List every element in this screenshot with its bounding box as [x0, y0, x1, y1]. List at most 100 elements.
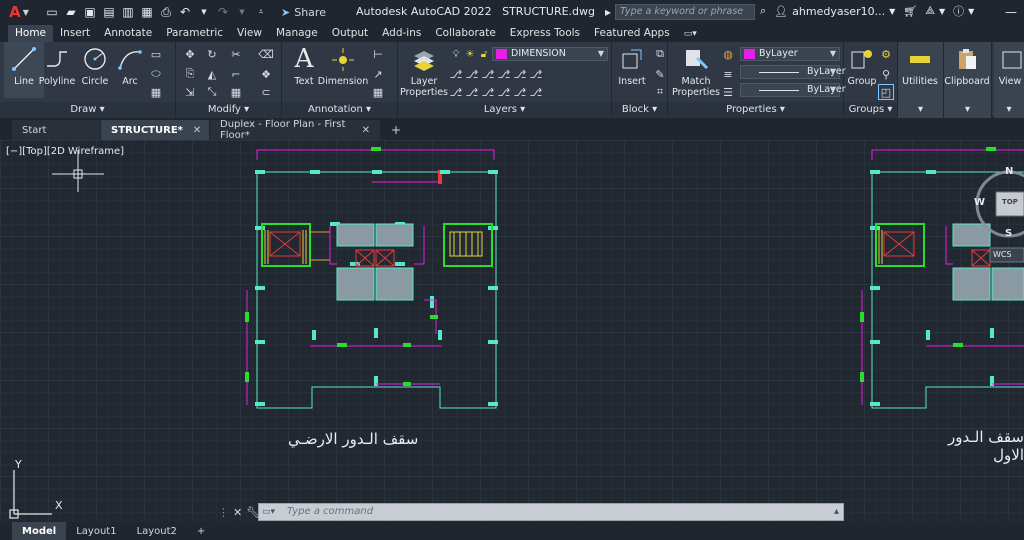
- properties-panel-title[interactable]: Properties ▾: [668, 102, 843, 118]
- layer-tool-8-icon[interactable]: ⎇: [464, 84, 480, 100]
- offset-icon[interactable]: ⊂: [258, 84, 274, 100]
- layer-tool-6-icon[interactable]: ⎇: [528, 66, 544, 82]
- linear-dim-icon[interactable]: ⊢: [370, 46, 386, 62]
- rectangle-icon[interactable]: ▭: [148, 46, 164, 62]
- tab-collaborate[interactable]: Collaborate: [428, 25, 502, 42]
- fillet-icon[interactable]: ⌐: [228, 66, 244, 82]
- attribute-icon[interactable]: ⌗: [652, 84, 668, 100]
- layer-tool-11-icon[interactable]: ⎇: [512, 84, 528, 100]
- user-name[interactable]: ahmedyaser10...: [792, 5, 885, 18]
- arc-button[interactable]: Arc: [110, 44, 150, 87]
- mirror-icon[interactable]: ◭: [204, 66, 220, 82]
- view-dropdown[interactable]: ▾: [994, 102, 1024, 118]
- lineweight-icon[interactable]: ☰: [720, 84, 736, 100]
- tab-layout1[interactable]: Layout1: [66, 522, 126, 540]
- doc-tab-start[interactable]: Start: [12, 120, 100, 140]
- view-button[interactable]: View: [990, 44, 1024, 87]
- annotation-panel-title[interactable]: Annotation ▾: [282, 102, 397, 118]
- lock-icon[interactable]: 🔓︎: [476, 46, 492, 62]
- table-icon[interactable]: ▦: [370, 84, 386, 100]
- wcs-label[interactable]: WCS: [993, 250, 1012, 259]
- erase-icon[interactable]: ⌫: [258, 46, 274, 62]
- layer-tool-1-icon[interactable]: ⎇: [448, 66, 464, 82]
- web-open-icon[interactable]: ▥: [120, 4, 136, 20]
- group-select-icon[interactable]: ◰: [878, 84, 894, 100]
- compass-south[interactable]: S: [1005, 228, 1012, 239]
- tab-express-tools[interactable]: Express Tools: [503, 25, 587, 42]
- search-arrow-icon[interactable]: ▸: [600, 4, 616, 20]
- tab-layout2[interactable]: Layout2: [127, 522, 187, 540]
- layer-tool-2-icon[interactable]: ⎇: [464, 66, 480, 82]
- search-icon[interactable]: ⌕: [760, 4, 766, 18]
- linetype-icon[interactable]: ≡: [720, 66, 736, 82]
- hatch-icon[interactable]: ▦: [148, 84, 164, 100]
- command-prompt-icon[interactable]: ▭▾: [262, 506, 282, 518]
- clipboard-dropdown[interactable]: ▾: [944, 102, 991, 118]
- compass-west[interactable]: W: [974, 197, 985, 208]
- drawing-canvas[interactable]: [−][Top][2D Wireframe] N W S TOP WCS سقف…: [0, 140, 1024, 522]
- open-icon[interactable]: ▰: [63, 4, 79, 20]
- circle-button[interactable]: Circle: [75, 44, 115, 87]
- cart-icon[interactable]: 🛒︎: [903, 5, 917, 18]
- web-save-icon[interactable]: ▦: [139, 4, 155, 20]
- layer-tool-10-icon[interactable]: ⎇: [496, 84, 512, 100]
- dimension-button[interactable]: Dimension: [318, 44, 368, 87]
- polyline-button[interactable]: Polyline: [37, 44, 77, 87]
- layer-dropdown[interactable]: DIMENSION ▼: [492, 47, 608, 61]
- clipboard-button[interactable]: Clipboard: [944, 44, 990, 87]
- redo-dropdown-icon[interactable]: ▼: [234, 4, 250, 20]
- tab-home[interactable]: Home: [8, 25, 54, 42]
- tab-parametric[interactable]: Parametric: [159, 25, 230, 42]
- copy-icon[interactable]: ⎘: [182, 66, 198, 82]
- tab-output[interactable]: Output: [325, 25, 375, 42]
- save-icon[interactable]: ▣: [82, 4, 98, 20]
- block-panel-title[interactable]: Block ▾: [612, 102, 667, 118]
- ellipse-icon[interactable]: ⬭: [148, 66, 164, 82]
- layers-panel-title[interactable]: Layers ▾: [398, 102, 611, 118]
- close-icon[interactable]: ✕: [233, 506, 242, 519]
- undo-dropdown-icon[interactable]: ▼: [196, 4, 212, 20]
- close-icon[interactable]: ✕: [193, 125, 201, 136]
- group-button[interactable]: Group: [842, 44, 882, 87]
- undo-icon[interactable]: ↶: [177, 4, 193, 20]
- chevron-down-icon[interactable]: ▼: [939, 7, 945, 16]
- linetype-dropdown[interactable]: ByLayer ▼: [740, 65, 846, 79]
- plot-icon[interactable]: ⎙: [158, 4, 174, 20]
- edit-block-icon[interactable]: ✎: [652, 66, 668, 82]
- lineweight-dropdown[interactable]: ByLayer ▼: [740, 83, 846, 97]
- insert-button[interactable]: Insert: [612, 44, 652, 87]
- help-search-input[interactable]: Type a keyword or phrase: [615, 4, 755, 20]
- color-dropdown[interactable]: ByLayer ▼: [740, 47, 840, 61]
- scale-icon[interactable]: ⤡: [204, 84, 220, 100]
- ungroup-icon[interactable]: ⚙: [878, 46, 894, 62]
- app-menu-button[interactable]: A ▼: [8, 2, 30, 22]
- help-icon[interactable]: ⓘ: [953, 3, 964, 19]
- save-as-icon[interactable]: ▤: [101, 4, 117, 20]
- new-tab-icon[interactable]: +: [381, 120, 411, 140]
- ribbon-minimize-icon[interactable]: ▭▾: [677, 27, 704, 42]
- layer-tool-4-icon[interactable]: ⎇: [496, 66, 512, 82]
- tab-featured-apps[interactable]: Featured Apps: [587, 25, 677, 42]
- leader-icon[interactable]: ↗: [370, 66, 386, 82]
- chevron-up-icon[interactable]: ▴: [834, 504, 839, 520]
- chevron-down-icon[interactable]: ▼: [968, 7, 974, 16]
- match-properties-button[interactable]: Match Properties: [672, 44, 720, 98]
- autodesk-app-icon[interactable]: ⟁: [925, 4, 935, 18]
- redo-icon[interactable]: ↷: [215, 4, 231, 20]
- move-icon[interactable]: ✥: [182, 46, 198, 62]
- group-edit-icon[interactable]: ⚲: [878, 66, 894, 82]
- view-panel[interactable]: View ▾: [994, 42, 1024, 118]
- layer-tool-5-icon[interactable]: ⎇: [512, 66, 528, 82]
- tab-manage[interactable]: Manage: [269, 25, 325, 42]
- close-icon[interactable]: ✕: [362, 125, 370, 136]
- utilities-dropdown[interactable]: ▾: [898, 102, 943, 118]
- share-button[interactable]: ➤ Share: [281, 6, 326, 19]
- doc-tab-structure[interactable]: STRUCTURE* ✕: [101, 120, 209, 140]
- add-layout-icon[interactable]: +: [187, 522, 215, 540]
- tab-model[interactable]: Model: [12, 522, 67, 540]
- customize-qat-icon[interactable]: ⩡: [253, 4, 269, 20]
- utilities-button[interactable]: Utilities: [900, 44, 940, 87]
- tab-add-ins[interactable]: Add-ins: [375, 25, 428, 42]
- modify-panel-title[interactable]: Modify ▾: [176, 102, 281, 118]
- command-input[interactable]: ▭▾ Type a command ▴: [258, 503, 844, 521]
